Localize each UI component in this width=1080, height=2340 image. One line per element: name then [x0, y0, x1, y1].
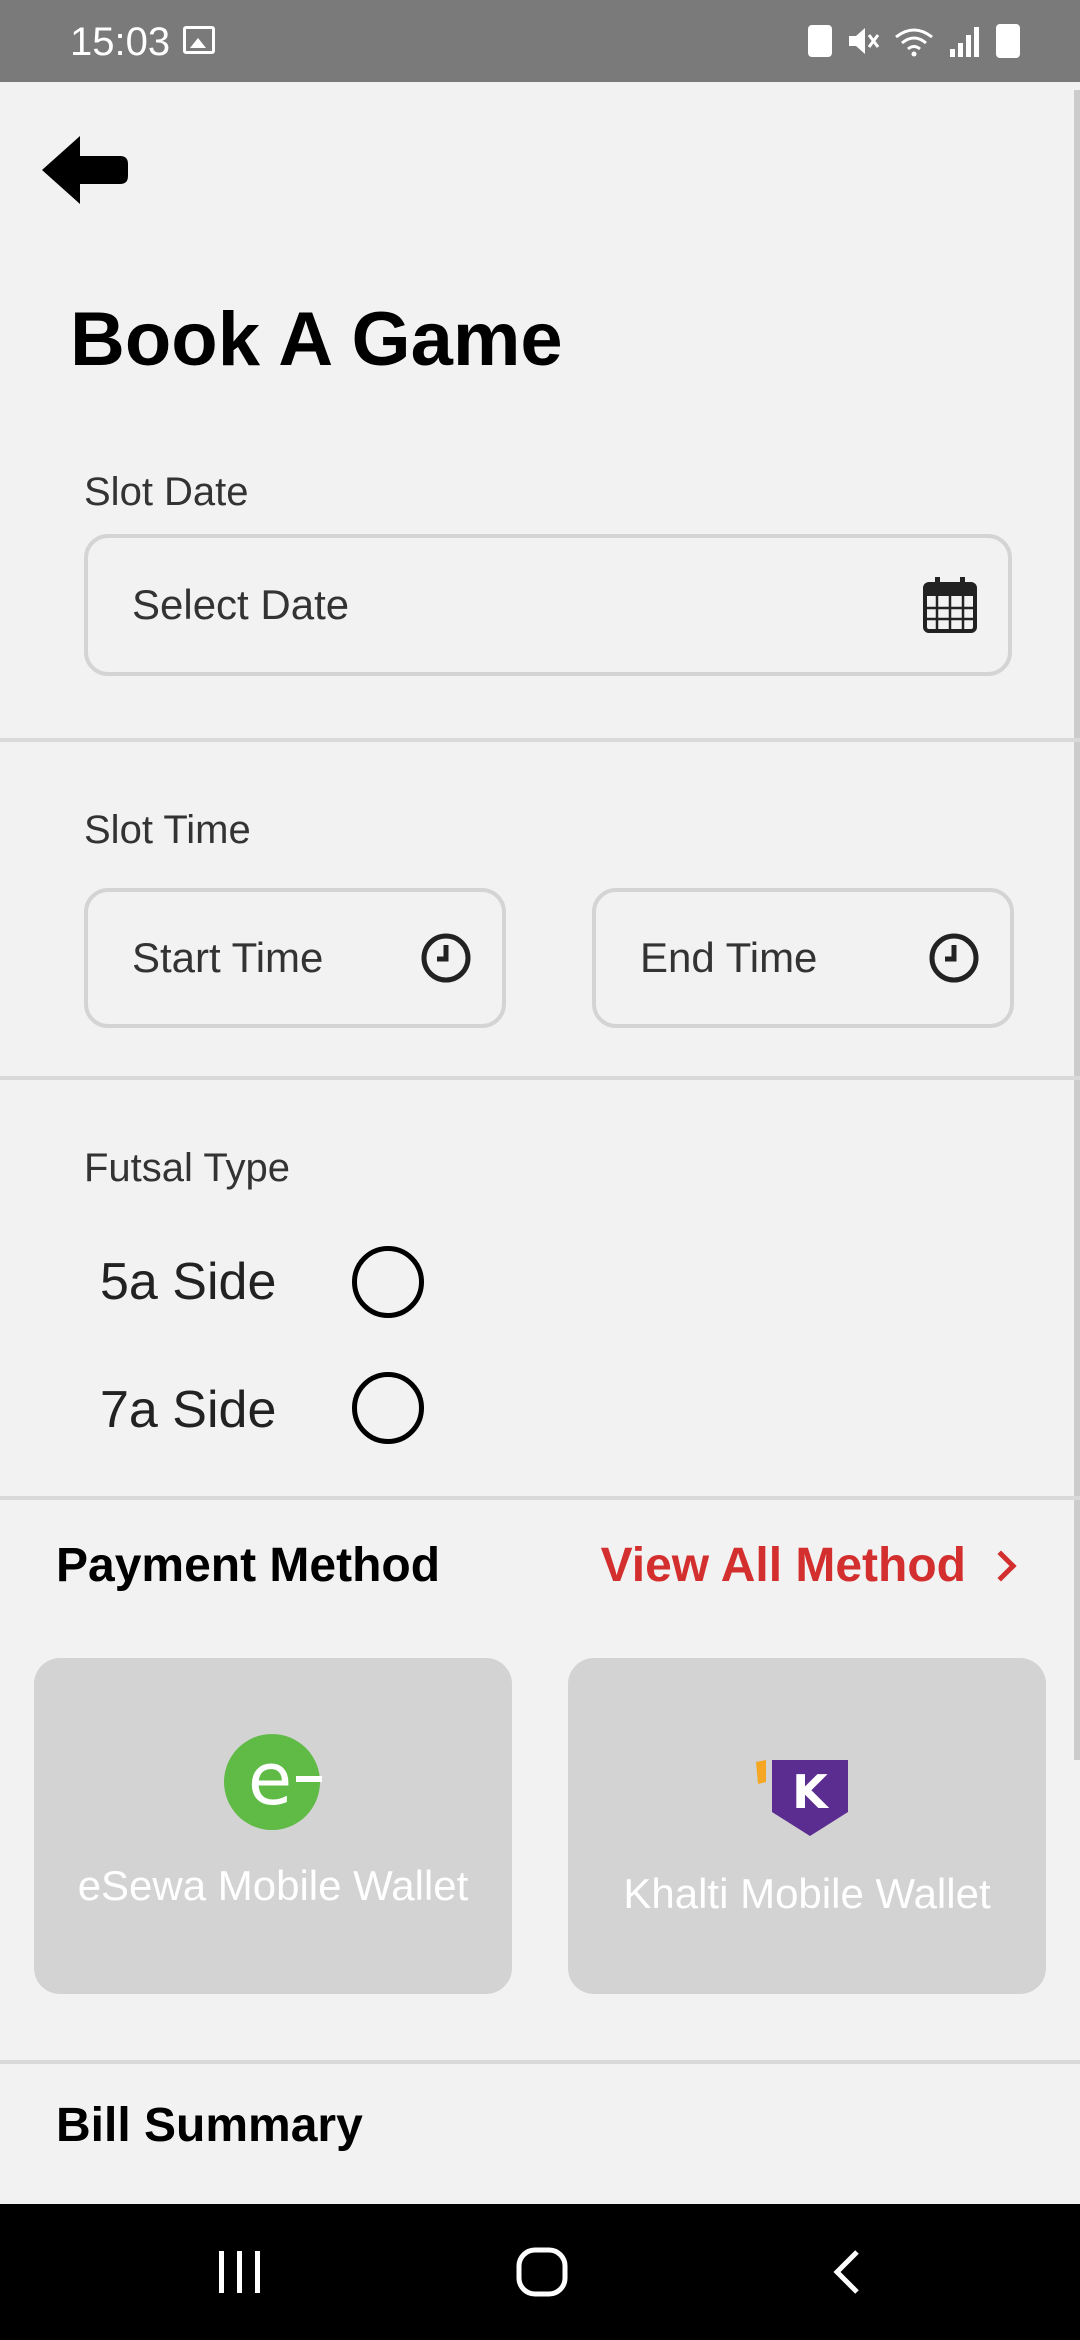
option-7a-side-label[interactable]: 7a Side: [100, 1380, 276, 1440]
payment-method-title: Payment Method: [56, 1539, 441, 1592]
end-time-field[interactable]: End Time: [592, 888, 1014, 1028]
slot-time-label: Slot Time: [84, 808, 251, 852]
svg-text:e: e: [248, 1737, 292, 1821]
battery-saver-icon: [808, 25, 832, 57]
page-title: Book A Game: [70, 297, 563, 382]
option-5a-side-label[interactable]: 5a Side: [100, 1252, 276, 1312]
recent-apps-icon: [219, 2251, 260, 2293]
khalti-logo-icon: K: [756, 1760, 848, 1836]
svg-text:K: K: [792, 1765, 830, 1819]
status-icons: [808, 24, 1020, 58]
status-bar: 15:03: [0, 0, 1080, 82]
futsal-type-label: Futsal Type: [84, 1146, 291, 1190]
chevron-right-icon: [985, 1549, 1017, 1582]
wifi-icon: [895, 28, 933, 57]
option-7a-side-radio[interactable]: [352, 1372, 424, 1444]
home-icon: [516, 2247, 568, 2297]
bill-summary-title: Bill Summary: [56, 2099, 363, 2152]
esewa-wallet-name: eSewa Mobile Wallet: [77, 1862, 469, 1909]
clock-icon: [421, 933, 471, 983]
scrollbar[interactable]: [1074, 90, 1080, 1760]
divider: [0, 1496, 1080, 1500]
signal-icon: [950, 27, 979, 57]
image-notification-icon: [183, 26, 215, 54]
end-time-placeholder: End Time: [640, 934, 818, 981]
slot-date-field[interactable]: Select Date: [84, 534, 1012, 676]
start-time-field[interactable]: Start Time: [84, 888, 506, 1028]
esewa-logo-icon: e: [224, 1734, 322, 1830]
system-navigation-bar: [0, 2204, 1080, 2340]
divider: [0, 2060, 1080, 2064]
esewa-wallet-card[interactable]: e eSewa Mobile Wallet: [34, 1658, 512, 1994]
mute-icon: [849, 28, 880, 54]
start-time-placeholder: Start Time: [132, 934, 324, 981]
khalti-wallet-card[interactable]: K Khalti Mobile Wallet: [568, 1658, 1046, 1994]
slot-date-placeholder: Select Date: [132, 581, 350, 628]
view-all-methods-label: View All Method: [600, 1539, 966, 1592]
calendar-icon: [923, 577, 977, 633]
divider: [0, 1076, 1080, 1080]
option-5a-side-radio[interactable]: [352, 1246, 424, 1318]
slot-date-label: Slot Date: [84, 470, 249, 514]
status-time: 15:03: [70, 20, 171, 64]
divider: [0, 738, 1080, 742]
back-chevron-icon: [833, 2250, 859, 2294]
battery-icon: [996, 24, 1020, 58]
back-arrow-icon[interactable]: [40, 132, 130, 208]
back-button[interactable]: [806, 2204, 886, 2340]
recent-apps-button[interactable]: [200, 2204, 280, 2340]
khalti-wallet-name: Khalti Mobile Wallet: [623, 1870, 991, 1917]
view-all-methods-link[interactable]: View All Method: [600, 1538, 1017, 1593]
clock-icon: [929, 933, 979, 983]
home-button[interactable]: [500, 2204, 584, 2340]
